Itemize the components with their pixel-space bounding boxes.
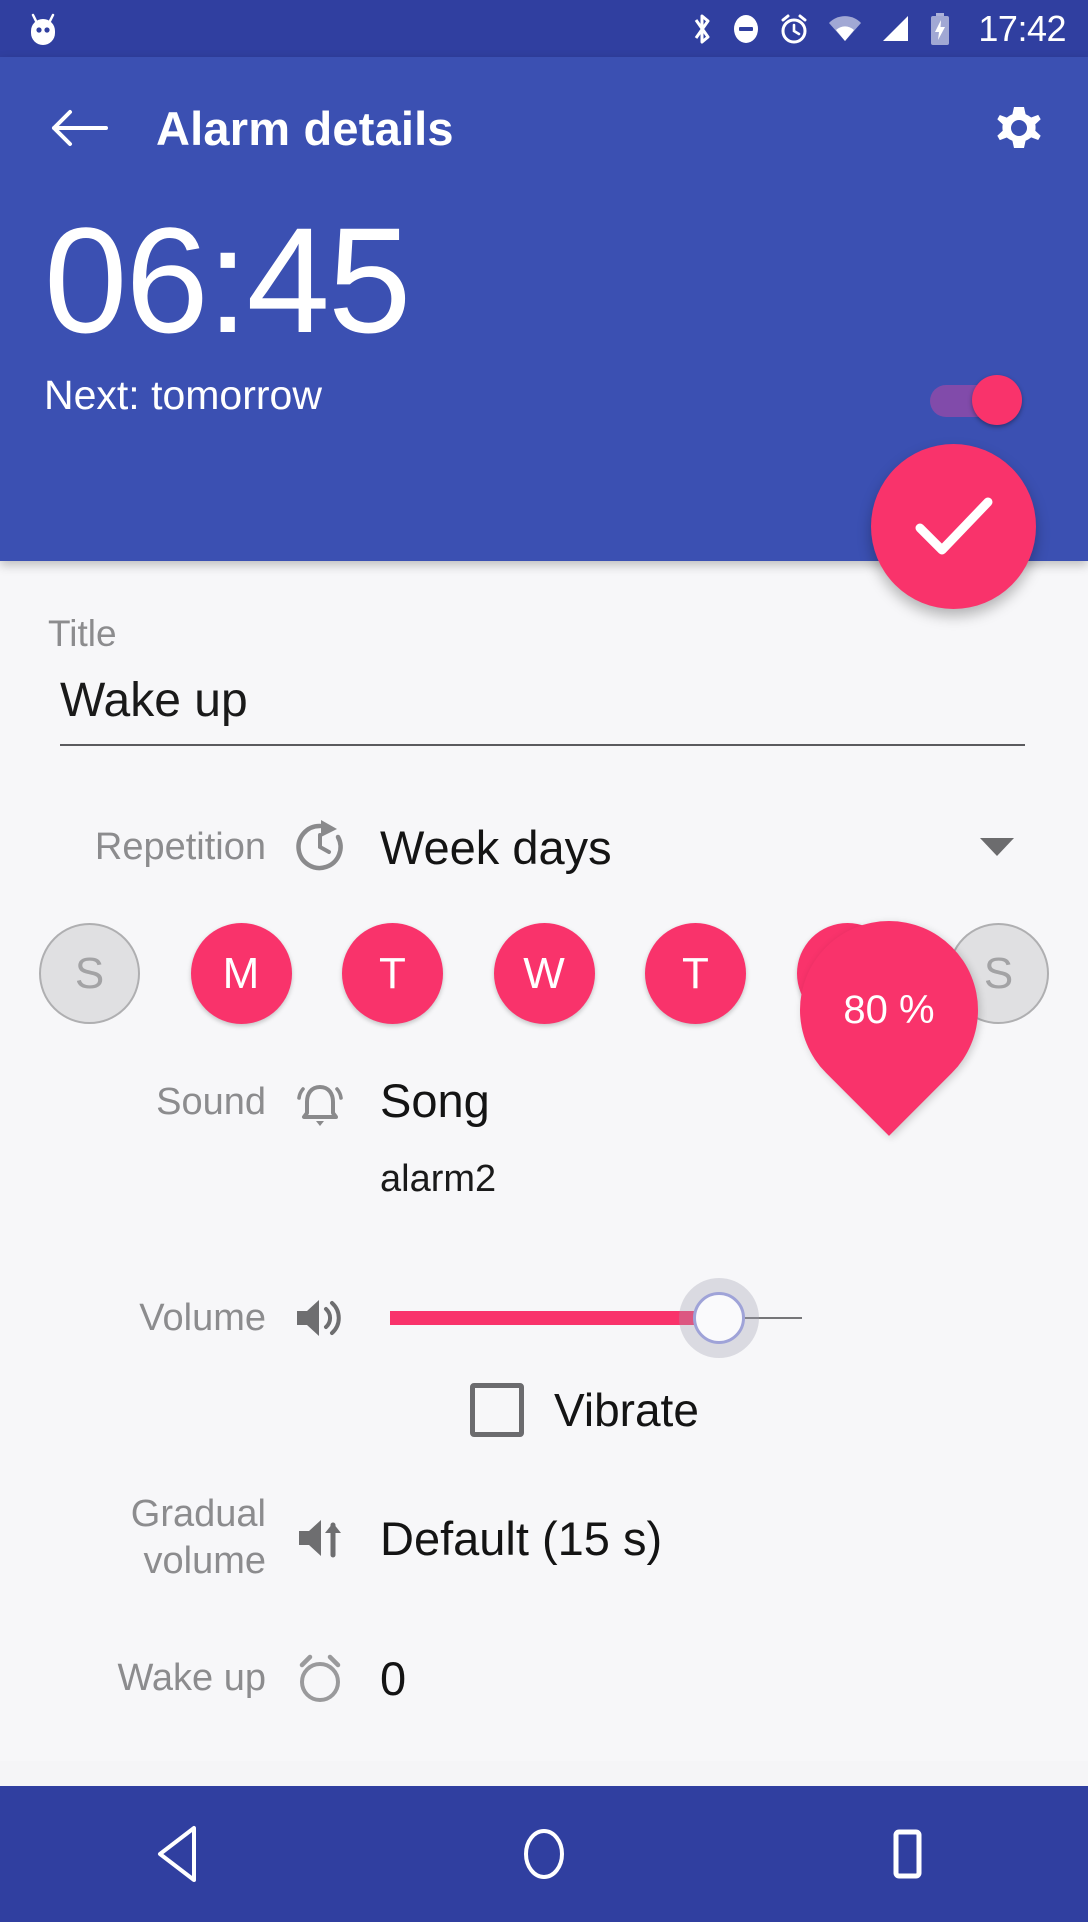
day-toggle-wednesday[interactable]: W (493, 923, 595, 1024)
day-letter: W (523, 948, 565, 998)
volume-slider[interactable] (390, 1278, 802, 1358)
day-letter: S (983, 948, 1014, 998)
gradual-volume-label-line1: Gradual (130, 1493, 266, 1535)
day-toggle-thursday[interactable]: T (645, 923, 746, 1024)
slider-thumb[interactable] (693, 1292, 745, 1344)
volume-bubble-text: 80 % (843, 987, 935, 1032)
volume-row: Volume (0, 1273, 1088, 1363)
sound-label: Sound (156, 1081, 266, 1123)
slider-fill (390, 1311, 719, 1325)
chevron-down-icon[interactable] (980, 838, 1014, 856)
bluetooth-icon (690, 11, 714, 47)
day-toggle-monday[interactable]: M (190, 923, 292, 1024)
day-letter: T (379, 948, 406, 998)
settings-button[interactable] (986, 95, 1052, 161)
status-bar-right: 17:42 (690, 8, 1066, 50)
vibrate-checkbox[interactable] (470, 1383, 524, 1437)
title-input-value[interactable]: Wake up (60, 673, 1025, 744)
wake-up-label: Wake up (117, 1656, 266, 1699)
repetition-row[interactable]: Repetition Week days (0, 801, 1088, 893)
navigation-bar (0, 1786, 1088, 1922)
check-icon (915, 497, 992, 554)
speaker-icon (274, 1291, 366, 1345)
phone-screen: 17:42 Alarm details 06:45 Next: tomorrow (0, 0, 1088, 1922)
nav-recents-square-icon (893, 1829, 922, 1879)
status-bar-clock: 17:42 (978, 7, 1066, 49)
alarm-clock-icon (274, 1649, 366, 1707)
page-title: Alarm details (156, 101, 454, 155)
day-toggle-sunday[interactable]: S (39, 923, 140, 1024)
android-robot-icon (26, 11, 60, 47)
day-letter: S (74, 948, 105, 998)
sound-texts: Song alarm2 (380, 1073, 496, 1201)
gradual-volume-value[interactable]: Default (15 s) (380, 1511, 662, 1566)
gradual-volume-row[interactable]: Gradual volume Default (15 s) (0, 1491, 1088, 1585)
next-occurrence-label: Next: tomorrow (44, 372, 322, 418)
day-toggle-tuesday[interactable]: T (342, 923, 443, 1024)
cellular-signal-icon (880, 14, 912, 44)
nav-back-button[interactable] (0, 1823, 363, 1885)
battery-charging-icon (929, 12, 951, 46)
wake-up-row[interactable]: Wake up 0 (0, 1649, 1088, 1707)
do-not-disturb-icon (731, 12, 761, 46)
gradual-volume-label-line2: volume (143, 1540, 267, 1582)
app-bar: Alarm details (0, 57, 1088, 199)
save-fab-button[interactable] (871, 444, 1036, 609)
speaker-up-icon (274, 1511, 366, 1565)
bell-ringing-icon (274, 1073, 366, 1135)
status-bar-left (26, 11, 60, 47)
nav-home-button[interactable] (363, 1823, 726, 1885)
title-input[interactable]: Wake up (60, 673, 1025, 746)
gear-icon (997, 107, 1041, 148)
status-bar: 17:42 (0, 0, 1088, 57)
sound-type-value[interactable]: Song (380, 1073, 496, 1129)
alarm-icon (778, 12, 810, 46)
title-field-label: Title (48, 613, 117, 654)
nav-back-triangle-icon (158, 1826, 197, 1882)
vibrate-row[interactable]: Vibrate (470, 1383, 699, 1437)
day-letter: T (682, 948, 709, 998)
vibrate-label: Vibrate (554, 1384, 699, 1436)
toggle-thumb (972, 375, 1022, 425)
sound-name-value[interactable]: alarm2 (380, 1157, 496, 1201)
wake-up-value[interactable]: 0 (380, 1651, 406, 1706)
nav-recents-button[interactable] (725, 1823, 1088, 1885)
back-button[interactable] (48, 97, 110, 159)
back-arrow-icon (52, 110, 108, 146)
wifi-icon (827, 14, 863, 44)
volume-label: Volume (139, 1296, 266, 1339)
volume-value-bubble: 80 % (763, 884, 1015, 1136)
repetition-value[interactable]: Week days (380, 820, 612, 875)
alarm-enabled-toggle[interactable] (928, 375, 1036, 425)
title-input-underline (60, 744, 1025, 746)
alarm-details-form: Title Wake up Repetition Week days S M T… (0, 561, 1088, 1761)
repetition-label: Repetition (94, 825, 266, 868)
day-letter: M (222, 948, 260, 998)
repeat-clock-icon (274, 818, 366, 876)
gradual-volume-label: Gradual volume (0, 1491, 274, 1585)
alarm-time[interactable]: 06:45 (44, 205, 411, 355)
nav-home-circle-icon (524, 1829, 564, 1879)
